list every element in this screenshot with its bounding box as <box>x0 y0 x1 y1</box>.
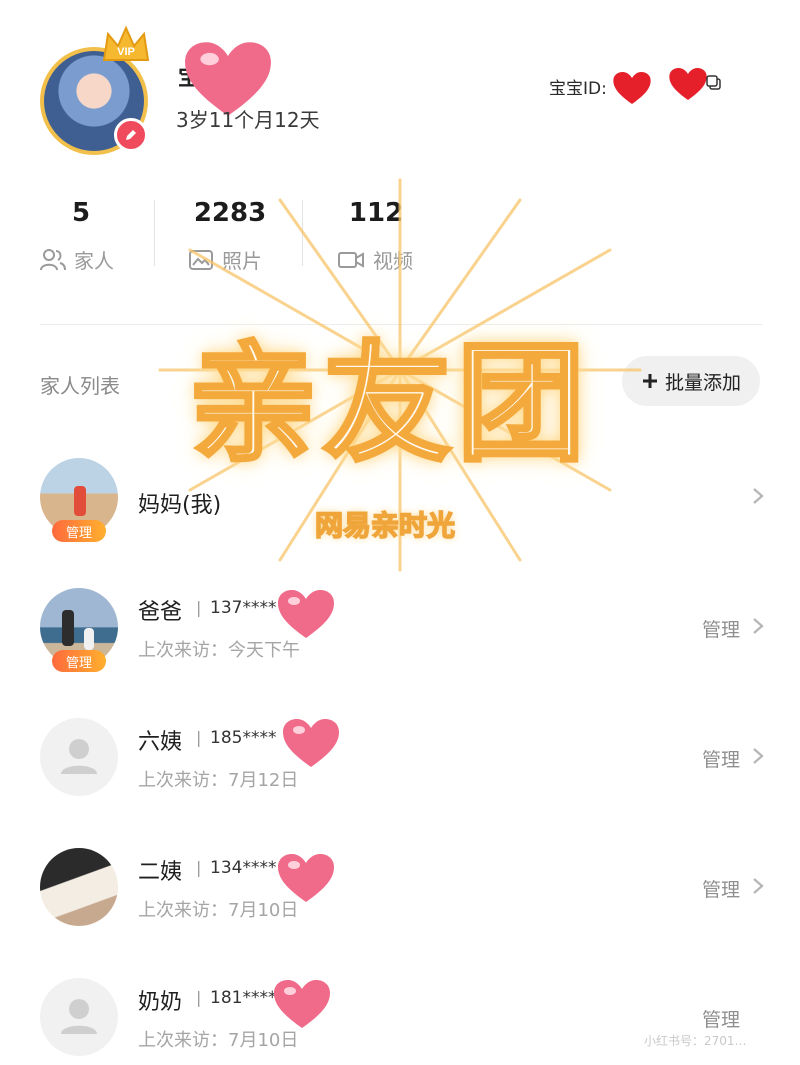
baby-age: 3岁11个月12天 <box>176 108 320 132</box>
video-count: 112 <box>348 198 404 228</box>
manage-button[interactable]: 管理 <box>702 745 740 772</box>
separator: | <box>196 988 202 1007</box>
heart-sticker-icon <box>278 854 334 902</box>
photo-icon <box>189 249 213 270</box>
red-heart-icon <box>613 72 651 104</box>
manage-button[interactable]: 管理 <box>702 615 740 642</box>
manage-label: 管理 <box>702 879 741 901</box>
default-avatar[interactable] <box>40 718 118 796</box>
default-avatar[interactable] <box>40 978 118 1056</box>
promo-title: 亲友团 <box>187 327 591 481</box>
user-placeholder-icon <box>61 999 97 1034</box>
chevron-right-icon[interactable] <box>752 877 764 895</box>
member-phone: 181**** <box>210 988 277 1008</box>
separator: | <box>196 728 202 747</box>
watermark: 小红书号：2701… <box>644 1034 747 1048</box>
video-icon <box>338 251 364 268</box>
pencil-icon <box>126 130 136 140</box>
vip-crown-icon: VIP <box>102 25 150 61</box>
manage-label: 管理 <box>702 619 741 641</box>
family-count: 5 <box>71 198 91 228</box>
manage-label: 管理 <box>702 1009 741 1031</box>
family-icon <box>40 248 66 270</box>
edit-avatar-button[interactable] <box>114 118 148 152</box>
member-name: 爸爸 <box>138 600 183 625</box>
photo-count: 2283 <box>193 198 267 228</box>
separator: | <box>196 858 202 877</box>
manage-label: 管理 <box>702 749 741 771</box>
bulk-add-button[interactable]: 批量添加 <box>622 356 760 406</box>
stat-family-label: 家人 <box>74 249 114 273</box>
stat-photos[interactable]: 照片 <box>188 245 262 274</box>
plus-icon <box>642 374 657 388</box>
separator: | <box>196 598 202 617</box>
divider <box>302 200 303 266</box>
member-name: 六姨 <box>138 730 183 755</box>
chevron-right-icon[interactable] <box>752 617 764 635</box>
chevron-right-icon[interactable] <box>752 487 764 505</box>
member-name: 奶奶 <box>138 990 183 1015</box>
heart-sticker-icon <box>283 719 339 767</box>
member-name: 妈妈(我) <box>138 493 222 518</box>
promo-subtitle: 网易亲时光 <box>314 508 456 543</box>
copy-icon[interactable] <box>706 75 722 91</box>
stat-videos[interactable]: 视频 <box>337 245 413 274</box>
manage-button[interactable]: 管理 <box>702 875 740 902</box>
admin-tag: 管理 <box>52 650 106 672</box>
divider <box>154 200 155 266</box>
member-name: 二姨 <box>138 860 183 885</box>
member-phone: 137**** <box>210 598 277 618</box>
red-heart-icon <box>669 68 707 100</box>
stat-videos-label: 视频 <box>373 249 413 273</box>
last-visit: 上次来访：7月12日 <box>138 770 299 791</box>
heart-sticker-icon <box>278 590 334 638</box>
admin-tag: 管理 <box>52 520 106 542</box>
manage-button[interactable]: 管理 <box>702 1005 740 1032</box>
bulk-add-label: 批量添加 <box>664 371 741 394</box>
member-phone: 185**** <box>210 728 277 748</box>
vip-label: VIP <box>117 46 135 58</box>
member-phone: 134**** <box>210 858 277 878</box>
stat-photos-label: 照片 <box>222 249 262 273</box>
chevron-right-icon[interactable] <box>752 747 764 765</box>
heart-sticker-icon <box>274 980 330 1028</box>
last-visit: 上次来访：7月10日 <box>138 900 299 921</box>
baby-id-label: 宝宝ID: <box>549 79 607 99</box>
family-list-title: 家人列表 <box>40 374 120 398</box>
user-placeholder-icon <box>61 739 97 774</box>
member-avatar[interactable] <box>40 848 118 926</box>
stat-family[interactable]: 家人 <box>40 245 114 274</box>
